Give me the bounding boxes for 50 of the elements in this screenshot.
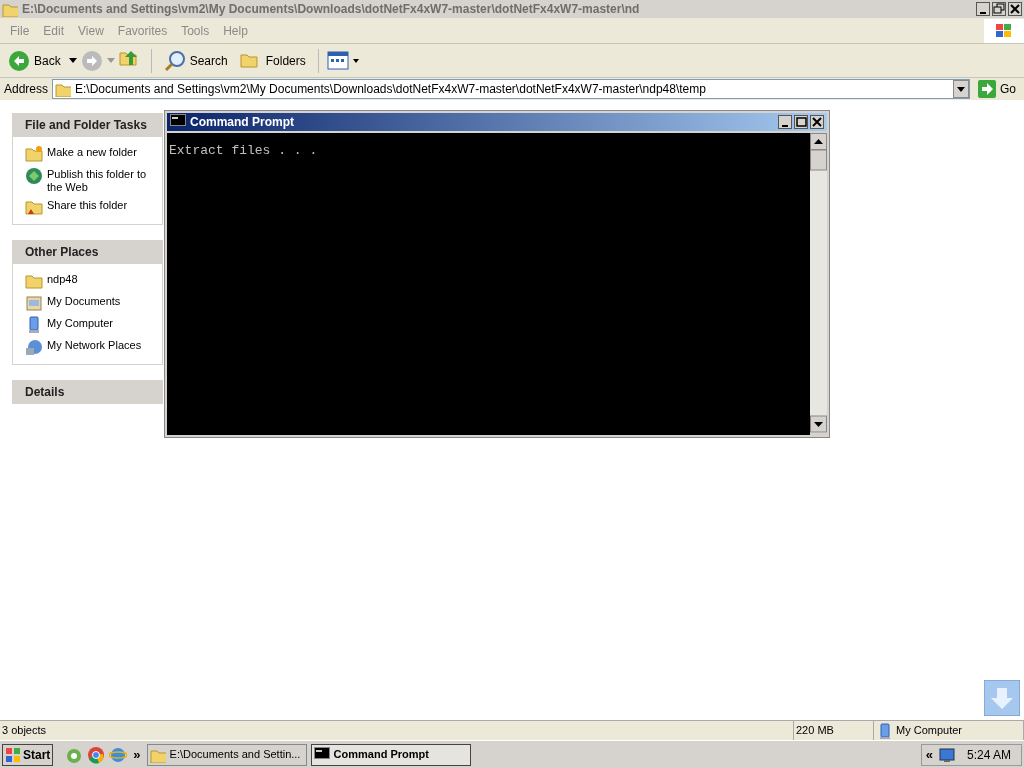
folder-icon xyxy=(25,145,43,163)
maximize-button[interactable] xyxy=(794,115,808,129)
clock: 5:24 AM xyxy=(965,746,1012,764)
back-button[interactable]: Back xyxy=(4,46,65,75)
minimize-button[interactable] xyxy=(976,2,990,16)
globe-icon xyxy=(25,167,43,185)
task-link[interactable]: Publish this folder to the Web xyxy=(47,167,162,194)
task-link[interactable]: Make a new folder xyxy=(47,145,137,159)
search-button[interactable]: Search xyxy=(159,46,232,75)
folder-icon xyxy=(55,81,72,97)
status-text: My Computer xyxy=(896,723,963,739)
address-field[interactable]: E:\Documents and Settings\vm2\My Documents\Downloads\dotNetFx4xW7-master\dotNetFx4xW7-master\ndp48\temp xyxy=(52,79,970,99)
tray-expand-button[interactable]: « xyxy=(925,744,933,765)
task-link[interactable]: Share this folder xyxy=(47,198,128,212)
dropdown-arrow-icon[interactable] xyxy=(68,57,77,64)
documents-icon xyxy=(25,294,43,312)
status-text: 3 objects xyxy=(2,723,47,739)
restore-button[interactable] xyxy=(992,2,1006,16)
address-label: Address xyxy=(4,81,49,98)
task-link[interactable]: My Documents xyxy=(47,294,121,308)
window-title: E:\Documents and Settings\vm2\My Documents\Downloads\dotNetFx4xW7-master\dotNetFx4xW7-master\nd xyxy=(22,1,641,18)
minimize-button[interactable] xyxy=(778,115,792,129)
more-button[interactable]: » xyxy=(131,744,143,765)
go-button[interactable]: Go xyxy=(974,79,1020,99)
taskbar-button[interactable]: E:\Documents and Settin... xyxy=(146,743,307,766)
search-icon xyxy=(163,49,186,72)
monitor-icon[interactable] xyxy=(938,746,955,763)
scrollbar[interactable] xyxy=(810,133,827,433)
start-button[interactable]: Start xyxy=(2,743,54,766)
close-button[interactable] xyxy=(1008,2,1022,16)
panel-header[interactable]: Details xyxy=(12,380,163,404)
network-icon xyxy=(25,338,43,356)
folder-icon xyxy=(25,272,43,290)
task-link[interactable]: My Network Places xyxy=(47,338,142,352)
views-button[interactable] xyxy=(326,49,361,72)
console-title: Command Prompt xyxy=(190,114,295,131)
task-link[interactable]: My Computer xyxy=(47,316,114,330)
status-text: 220 MB xyxy=(796,723,834,739)
task-link[interactable]: ndp48 xyxy=(47,272,78,286)
console-text: Extract files . . . xyxy=(169,143,319,159)
folders-button[interactable]: Folders xyxy=(235,46,310,75)
folder-icon xyxy=(25,198,43,216)
close-button[interactable] xyxy=(810,115,824,129)
dropdown-button[interactable] xyxy=(953,80,969,98)
panel-header[interactable]: Other Places xyxy=(12,240,163,264)
windows-logo-icon xyxy=(5,746,21,763)
panel-header[interactable]: File and Folder Tasks xyxy=(12,113,163,137)
windows-logo-icon xyxy=(984,18,1024,43)
taskbar-button[interactable]: Command Prompt xyxy=(310,743,471,766)
chrome-icon[interactable] xyxy=(87,745,106,764)
